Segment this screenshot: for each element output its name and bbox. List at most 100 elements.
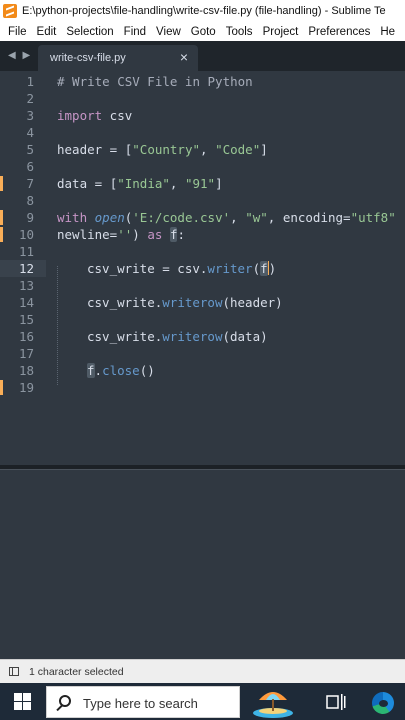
function-name: writerow	[162, 329, 223, 344]
code-text: ()	[139, 363, 155, 378]
keyword: as	[147, 227, 163, 242]
status-text: 1 character selected	[29, 665, 124, 678]
search-placeholder: Type here to search	[83, 696, 198, 711]
sublime-text-icon	[3, 4, 17, 18]
line-number: 9	[26, 210, 34, 225]
tab-write-csv-file[interactable]: write-csv-file.py ×	[38, 45, 198, 71]
code-line: 4	[0, 124, 405, 141]
code-line: 3 import csv	[0, 107, 405, 124]
code-text: csv_write.	[87, 295, 163, 310]
highlighted-variable: f	[87, 363, 95, 378]
code-line: 7 data = ["India", "91"]	[0, 175, 405, 192]
line-number: 12	[18, 261, 34, 276]
line-number: 16	[18, 329, 34, 344]
menu-goto[interactable]: Goto	[189, 26, 218, 38]
line-number: 15	[18, 312, 34, 327]
menu-preferences[interactable]: Preferences	[306, 26, 372, 38]
code-line: 9 with open('E:/code.csv', "w", encoding…	[0, 209, 405, 226]
line-number: 2	[26, 91, 34, 106]
string: "utf8"	[350, 210, 396, 225]
line-number: 7	[26, 176, 34, 191]
code-text: ,	[230, 210, 246, 225]
string: "Code"	[215, 142, 261, 157]
tab-nav-arrows-icon[interactable]: ◀ ▶	[8, 50, 32, 61]
tab-bar: ◀ ▶ write-csv-file.py ×	[0, 41, 405, 71]
line-number: 10	[18, 227, 34, 242]
title-bar: E:\python-projects\file-handling\write-c…	[0, 0, 405, 22]
edge-browser-icon[interactable]	[372, 692, 394, 714]
menu-file[interactable]: File	[6, 26, 29, 38]
code-line-current: 12 csv_write = csv.writer(f)	[0, 260, 405, 277]
window-title: E:\python-projects\file-handling\write-c…	[22, 5, 386, 17]
code-line: 13	[0, 277, 405, 294]
menu-tools[interactable]: Tools	[224, 26, 255, 38]
line-number: 1	[26, 74, 34, 89]
output-panel[interactable]	[0, 469, 405, 659]
line-number: 8	[26, 193, 34, 208]
string: "Country"	[132, 142, 200, 157]
code-text: .	[94, 363, 103, 378]
taskbar-search-box[interactable]: Type here to search	[46, 686, 240, 718]
string: "91"	[184, 176, 216, 191]
code-line: 14 csv_write.writerow(header)	[0, 294, 405, 311]
string: "India"	[117, 176, 170, 191]
tab-label: write-csv-file.py	[50, 52, 126, 64]
function-name: close	[102, 363, 140, 378]
code-line: 1 # Write CSV File in Python	[0, 73, 405, 90]
menu-view[interactable]: View	[154, 26, 183, 38]
line-number: 5	[26, 142, 34, 157]
code-line: 2	[0, 90, 405, 107]
keyword: import	[57, 108, 103, 123]
code-text: csv_write.	[87, 329, 163, 344]
line-number: 11	[18, 244, 34, 259]
paren: (	[252, 261, 261, 276]
string: 'E:/code.csv'	[132, 210, 231, 225]
menu-help[interactable]: He	[378, 26, 397, 38]
menu-bar: File Edit Selection Find View Goto Tools…	[0, 22, 405, 41]
line-number: 6	[26, 159, 34, 174]
code-editor[interactable]: 1 # Write CSV File in Python 2 3 import …	[0, 71, 405, 465]
code-line: 18 f.close()	[0, 362, 405, 379]
code-text: header =	[57, 142, 125, 157]
builtin-function: open	[94, 210, 125, 225]
bracket: ]	[260, 142, 268, 157]
line-number: 19	[18, 380, 34, 395]
taskbar: Type here to search	[0, 683, 405, 720]
line-number: 3	[26, 108, 34, 123]
code-line: 17	[0, 345, 405, 362]
code-text: csv	[102, 108, 133, 123]
panel-toggle-icon[interactable]	[9, 667, 19, 676]
string: "w"	[245, 210, 268, 225]
code-text: ,	[169, 176, 185, 191]
line-number: 17	[18, 346, 34, 361]
menu-edit[interactable]: Edit	[35, 26, 59, 38]
status-bar: 1 character selected	[0, 659, 405, 683]
keyword: with	[57, 210, 95, 225]
menu-find[interactable]: Find	[122, 26, 148, 38]
line-number: 4	[26, 125, 34, 140]
comment: # Write CSV File in Python	[57, 74, 253, 89]
function-name: writer	[207, 261, 253, 276]
tab-close-icon[interactable]: ×	[180, 49, 188, 65]
line-number: 18	[18, 363, 34, 378]
search-icon	[59, 695, 71, 707]
code-text: newline=	[57, 227, 118, 242]
line-number: 13	[18, 278, 34, 293]
code-line: 15	[0, 311, 405, 328]
menu-project[interactable]: Project	[261, 26, 301, 38]
code-line: 11	[0, 243, 405, 260]
code-text: (data)	[222, 329, 268, 344]
task-view-icon[interactable]	[326, 693, 346, 711]
code-text: data =	[57, 176, 110, 191]
code-text: , encoding=	[267, 210, 351, 225]
bracket: ]	[215, 176, 223, 191]
beach-umbrella-icon[interactable]	[250, 686, 296, 718]
selected-text: f	[260, 261, 268, 276]
code-line: 6	[0, 158, 405, 175]
code-line: 19	[0, 379, 405, 396]
paren: )	[268, 261, 277, 276]
string: ''	[117, 227, 133, 242]
menu-selection[interactable]: Selection	[64, 26, 115, 38]
windows-start-icon[interactable]	[14, 693, 31, 710]
